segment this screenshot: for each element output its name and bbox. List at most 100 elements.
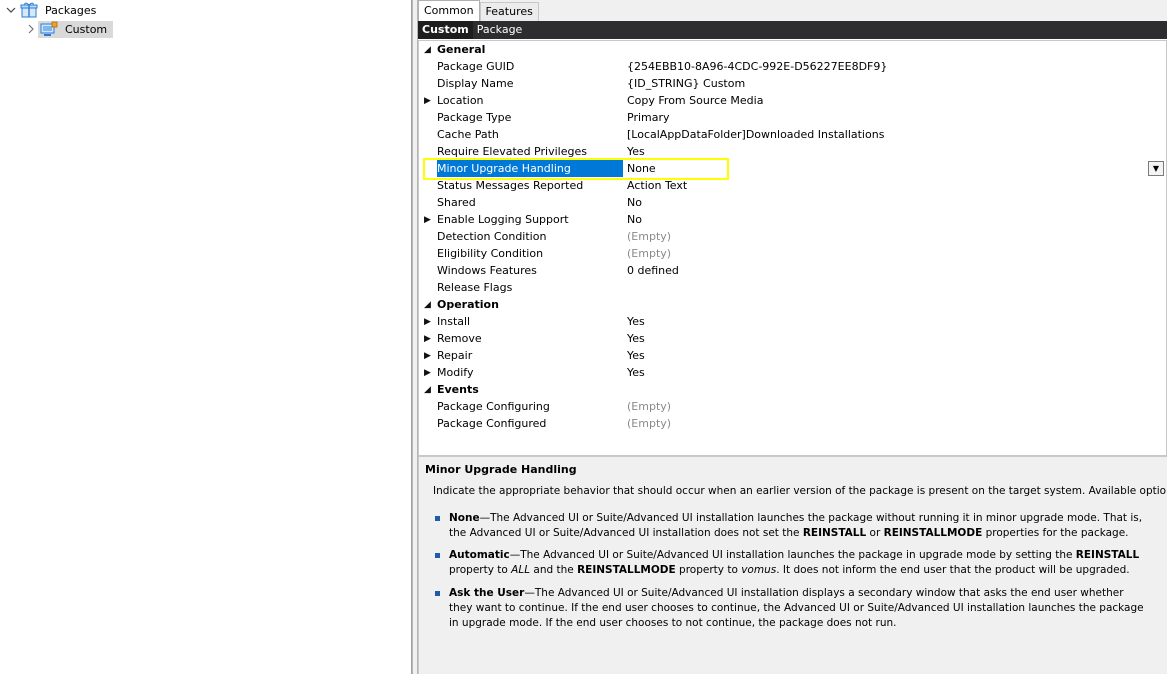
property-value[interactable]: (Empty) [627, 245, 671, 262]
property-row[interactable]: Package GUID {254EBB10-8A96-4CDC-992E-D5… [419, 58, 1166, 75]
property-row-selected[interactable]: Minor Upgrade Handling None [419, 160, 1166, 177]
property-value[interactable]: Copy From Source Media [627, 92, 763, 109]
tree-node-packages[interactable]: Packages [4, 1, 100, 19]
property-value[interactable]: (Empty) [627, 398, 671, 415]
property-name: Status Messages Reported [437, 179, 584, 192]
bullet-text: Ask the User—The Advanced UI or Suite/Ad… [449, 586, 1149, 631]
custom-package-icon [40, 21, 58, 37]
collapse-triangle-icon[interactable]: ◢ [424, 385, 434, 395]
property-value[interactable]: Yes [627, 347, 645, 364]
text-run: REINSTALLMODE [577, 564, 676, 576]
expand-triangle-icon[interactable]: ▶ [424, 215, 434, 225]
header-package[interactable]: Package [473, 21, 527, 39]
bullet-square-icon [435, 591, 440, 596]
expand-triangle-icon[interactable]: ▶ [424, 96, 434, 106]
property-row[interactable]: Require Elevated Privileges Yes [419, 143, 1166, 160]
help-intro: Indicate the appropriate behavior that s… [433, 485, 1167, 497]
properties-pane: Common Features Custom Package ◢ General… [418, 0, 1167, 674]
property-name: Windows Features [437, 264, 537, 277]
property-value[interactable]: None [627, 160, 656, 177]
property-name: Eligibility Condition [437, 247, 544, 260]
property-value[interactable]: (Empty) [627, 415, 671, 432]
category-label: Operation [437, 298, 499, 311]
bullet-square-icon [435, 553, 440, 558]
property-row[interactable]: Release Flags [419, 279, 1166, 296]
tree-pane: Packages Custom [0, 0, 412, 674]
category-operation[interactable]: ◢ Operation [419, 296, 1166, 313]
property-row[interactable]: ▶ Enable Logging Support No [419, 211, 1166, 228]
category-events[interactable]: ◢ Events [419, 381, 1166, 398]
dropdown-arrow-icon[interactable]: ▼ [1148, 161, 1164, 176]
property-value[interactable]: {254EBB10-8A96-4CDC-992E-D56227EE8DF9} [627, 58, 887, 75]
text-run: property to [675, 564, 742, 576]
text-run: property to [449, 564, 512, 576]
bullet-term: Automatic [449, 549, 510, 561]
property-value[interactable]: 0 defined [627, 262, 679, 279]
tab-common[interactable]: Common [418, 0, 480, 21]
property-row[interactable]: Eligibility Condition (Empty) [419, 245, 1166, 262]
text-run: and the [530, 564, 578, 576]
property-value[interactable]: Yes [627, 313, 645, 330]
property-value[interactable]: [LocalAppDataFolder]Downloaded Installat… [627, 126, 884, 143]
property-grid: ◢ General Package GUID {254EBB10-8A96-4C… [418, 40, 1167, 456]
property-value[interactable]: Yes [627, 330, 645, 347]
expand-triangle-icon[interactable]: ▶ [424, 317, 434, 327]
property-row[interactable]: Windows Features 0 defined [419, 262, 1166, 279]
header-custom[interactable]: Custom [418, 21, 473, 39]
tree-label-packages: Packages [45, 3, 97, 17]
bullet-text: None—The Advanced UI or Suite/Advanced U… [449, 511, 1149, 541]
category-label: Events [437, 383, 479, 396]
text-run: vomus [741, 564, 777, 576]
property-value[interactable]: No [627, 194, 642, 211]
object-header-bar: Custom Package [418, 21, 1167, 39]
text-run: REINSTALL [1075, 549, 1140, 561]
property-row[interactable]: ▶ Modify Yes [419, 364, 1166, 381]
property-value[interactable]: {ID_STRING} Custom [627, 75, 745, 92]
expand-triangle-icon[interactable]: ▶ [424, 351, 434, 361]
tree-selection[interactable]: Custom [38, 20, 114, 38]
property-name: Repair [437, 349, 473, 362]
collapse-triangle-icon[interactable]: ◢ [424, 300, 434, 310]
tab-features[interactable]: Features [479, 2, 539, 21]
property-value[interactable]: No [627, 211, 642, 228]
property-row[interactable]: Package Type Primary [419, 109, 1166, 126]
property-row[interactable]: ▶ Remove Yes [419, 330, 1166, 347]
category-label: General [437, 43, 486, 56]
property-value[interactable]: Action Text [627, 177, 687, 194]
bullet-term: Ask the User [449, 587, 525, 599]
property-row[interactable]: ▶ Repair Yes [419, 347, 1166, 364]
property-name: Package Type [437, 111, 512, 124]
property-row[interactable]: Detection Condition (Empty) [419, 228, 1166, 245]
property-row[interactable]: Cache Path [LocalAppDataFolder]Downloade… [419, 126, 1166, 143]
category-general[interactable]: ◢ General [419, 41, 1166, 58]
property-row[interactable]: Display Name {ID_STRING} Custom [419, 75, 1166, 92]
property-value[interactable]: (Empty) [627, 228, 671, 245]
property-name: Install [437, 315, 471, 328]
property-row[interactable]: Package Configuring (Empty) [419, 398, 1166, 415]
help-title: Minor Upgrade Handling [425, 463, 577, 476]
property-name: Package GUID [437, 60, 515, 73]
property-row[interactable]: ▶ Location Copy From Source Media [419, 92, 1166, 109]
bullet-square-icon [435, 516, 440, 521]
text-run: REINSTALLMODE [883, 527, 983, 539]
tree-node-custom[interactable]: Custom [24, 20, 114, 38]
bullet-text: Automatic—The Advanced UI or Suite/Advan… [449, 548, 1149, 578]
property-name: Display Name [437, 77, 514, 90]
expand-triangle-icon[interactable]: ▶ [424, 368, 434, 378]
text-run: REINSTALL [802, 527, 867, 539]
property-value[interactable]: Yes [627, 364, 645, 381]
property-row[interactable]: ▶ Install Yes [419, 313, 1166, 330]
property-row[interactable]: Shared No [419, 194, 1166, 211]
property-row[interactable]: Package Configured (Empty) [419, 415, 1166, 432]
collapse-triangle-icon[interactable]: ◢ [424, 45, 434, 55]
expand-triangle-icon[interactable]: ▶ [424, 334, 434, 344]
chevron-down-icon[interactable] [4, 3, 18, 17]
help-description-panel: Minor Upgrade Handling Indicate the appr… [418, 456, 1167, 674]
property-value[interactable]: Yes [627, 143, 645, 160]
property-name: Minor Upgrade Handling [437, 160, 623, 177]
tab-strip: Common Features [418, 0, 1167, 21]
property-value[interactable]: Primary [627, 109, 670, 126]
property-row[interactable]: Status Messages Reported Action Text [419, 177, 1166, 194]
property-name: Package Configured [437, 417, 547, 430]
chevron-right-icon[interactable] [24, 22, 38, 36]
